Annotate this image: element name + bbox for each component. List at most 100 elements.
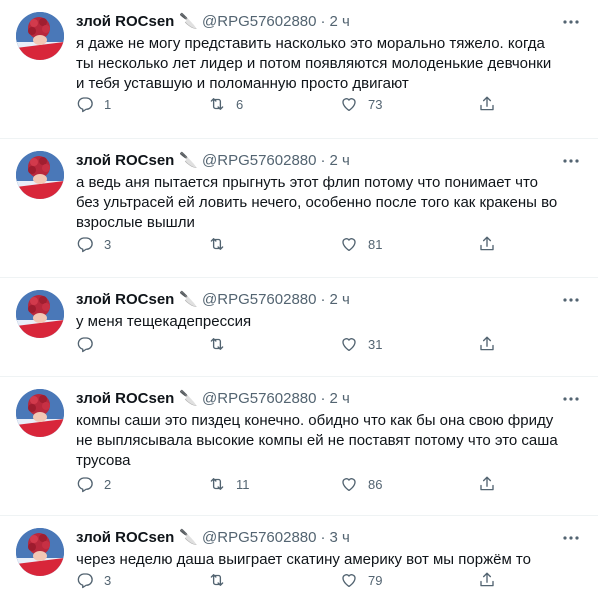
tweet-header: злой ROCsen 🔪 @RPG57602880 · 2 ч [76, 151, 582, 171]
like-count: 31 [368, 336, 383, 352]
author-handle[interactable]: @RPG57602880 [202, 528, 316, 548]
avatar-image [16, 528, 64, 576]
tweet-feed: злой ROCsen 🔪 @RPG57602880 · 2 ч я даже … [0, 0, 598, 610]
more-dots-icon[interactable] [560, 389, 582, 409]
reply-icon [77, 573, 93, 589]
tweet-time[interactable]: 2 ч [330, 389, 350, 409]
heart-icon [342, 478, 356, 492]
like-count: 86 [368, 476, 383, 492]
tweet-actions: 31 [76, 335, 582, 353]
tweet-content: злой ROCsen 🔪 @RPG57602880 · 2 ч у меня … [76, 290, 582, 376]
knife-emoji: 🔪 [179, 291, 199, 308]
retweet-count: 6 [236, 96, 244, 112]
tweet-actions: 2 11 86 [76, 475, 582, 493]
retweet-icon [210, 338, 224, 350]
tweet-actions: 1 6 73 [76, 95, 582, 113]
knife-emoji: 🔪 [179, 152, 199, 169]
tweet-content: злой ROCsen 🔪 @RPG57602880 · 3 ч через н… [76, 528, 582, 610]
tweet[interactable]: злой ROCsen 🔪 @RPG57602880 · 2 ч у меня … [0, 278, 598, 377]
share-button[interactable] [478, 235, 508, 253]
tweet-header: злой ROCsen 🔪 @RPG57602880 · 3 ч [76, 528, 582, 548]
more-dots-icon[interactable] [560, 528, 582, 548]
retweet-button[interactable]: 11 [208, 475, 340, 493]
retweet-button[interactable]: 6 [208, 95, 340, 113]
author-name[interactable]: злой ROCsen [76, 290, 174, 310]
tweet-time[interactable]: 2 ч [330, 12, 350, 32]
reply-button[interactable]: 2 [76, 475, 208, 493]
reply-count: 1 [104, 96, 112, 112]
avatar[interactable] [16, 151, 64, 199]
like-button[interactable]: 81 [340, 235, 472, 253]
tweet-time[interactable]: 2 ч [330, 151, 350, 171]
retweet-button[interactable] [208, 235, 340, 253]
reply-button[interactable] [76, 335, 208, 353]
separator-dot: · [320, 152, 326, 169]
like-button[interactable]: 31 [340, 335, 472, 353]
avatar-image [16, 12, 64, 60]
share-button[interactable] [478, 95, 508, 113]
knife-emoji: 🔪 [179, 390, 199, 407]
author-name[interactable]: злой ROCsen [76, 151, 174, 171]
author-name[interactable]: злой ROCsen [76, 389, 174, 409]
author-handle[interactable]: @RPG57602880 [202, 290, 316, 310]
like-count: 79 [368, 572, 383, 588]
reply-button[interactable]: 3 [76, 235, 208, 253]
author-handle[interactable]: @RPG57602880 [202, 151, 316, 171]
tweet-header: злой ROCsen 🔪 @RPG57602880 · 2 ч [76, 290, 582, 310]
more-dots-icon[interactable] [560, 151, 582, 171]
reply-button[interactable]: 3 [76, 571, 208, 589]
avatar[interactable] [16, 528, 64, 576]
retweet-icon [210, 238, 224, 250]
retweet-button[interactable] [208, 335, 340, 353]
like-button[interactable]: 86 [340, 475, 472, 493]
author-handle[interactable]: @RPG57602880 [202, 389, 316, 409]
heart-icon [342, 238, 356, 252]
tweet-time[interactable]: 3 ч [330, 528, 350, 548]
retweet-icon [210, 574, 224, 586]
share-icon [480, 336, 494, 351]
reply-icon [77, 477, 93, 493]
retweet-count: 11 [236, 476, 250, 492]
avatar[interactable] [16, 389, 64, 437]
reply-icon [77, 97, 93, 113]
tweet[interactable]: злой ROCsen 🔪 @RPG57602880 · 3 ч через н… [0, 516, 598, 610]
author-name[interactable]: злой ROCsen [76, 528, 174, 548]
avatar[interactable] [16, 290, 64, 338]
reply-button[interactable]: 1 [76, 95, 208, 113]
tweet-content: злой ROCsen 🔪 @RPG57602880 · 2 ч а ведь … [76, 151, 582, 277]
separator-dot: · [320, 13, 326, 30]
share-button[interactable] [478, 571, 508, 589]
separator-dot: · [320, 529, 326, 546]
share-button[interactable] [478, 475, 508, 493]
share-icon [480, 236, 494, 251]
tweet-actions: 3 79 [76, 571, 582, 589]
author-name[interactable]: злой ROCsen [76, 12, 174, 32]
like-count: 81 [368, 236, 383, 252]
tweet[interactable]: злой ROCsen 🔪 @RPG57602880 · 2 ч я даже … [0, 0, 598, 139]
heart-icon [342, 574, 356, 588]
avatar[interactable] [16, 12, 64, 60]
reply-count: 2 [104, 476, 112, 492]
more-dots-icon[interactable] [560, 12, 582, 32]
tweet-text: компы саши это пиздец конечно. обидно чт… [76, 412, 558, 469]
retweet-icon [210, 98, 224, 110]
author-handle[interactable]: @RPG57602880 [202, 12, 316, 32]
tweet-time[interactable]: 2 ч [330, 290, 350, 310]
tweet[interactable]: злой ROCsen 🔪 @RPG57602880 · 2 ч компы с… [0, 377, 598, 516]
heart-icon [342, 338, 356, 352]
retweet-icon [210, 478, 224, 490]
like-button[interactable]: 79 [340, 571, 472, 589]
reply-icon [77, 237, 93, 253]
tweet-text: у меня тещекадепрессия [76, 313, 252, 330]
tweet-actions: 3 81 [76, 235, 582, 253]
knife-emoji: 🔪 [179, 13, 199, 30]
avatar-image [16, 389, 64, 437]
like-button[interactable]: 73 [340, 95, 472, 113]
reply-count: 3 [104, 572, 112, 588]
more-dots-icon[interactable] [560, 290, 582, 310]
tweet[interactable]: злой ROCsen 🔪 @RPG57602880 · 2 ч а ведь … [0, 139, 598, 278]
share-icon [480, 476, 494, 491]
retweet-button[interactable] [208, 571, 340, 589]
share-button[interactable] [478, 335, 508, 353]
avatar-image [16, 290, 64, 338]
